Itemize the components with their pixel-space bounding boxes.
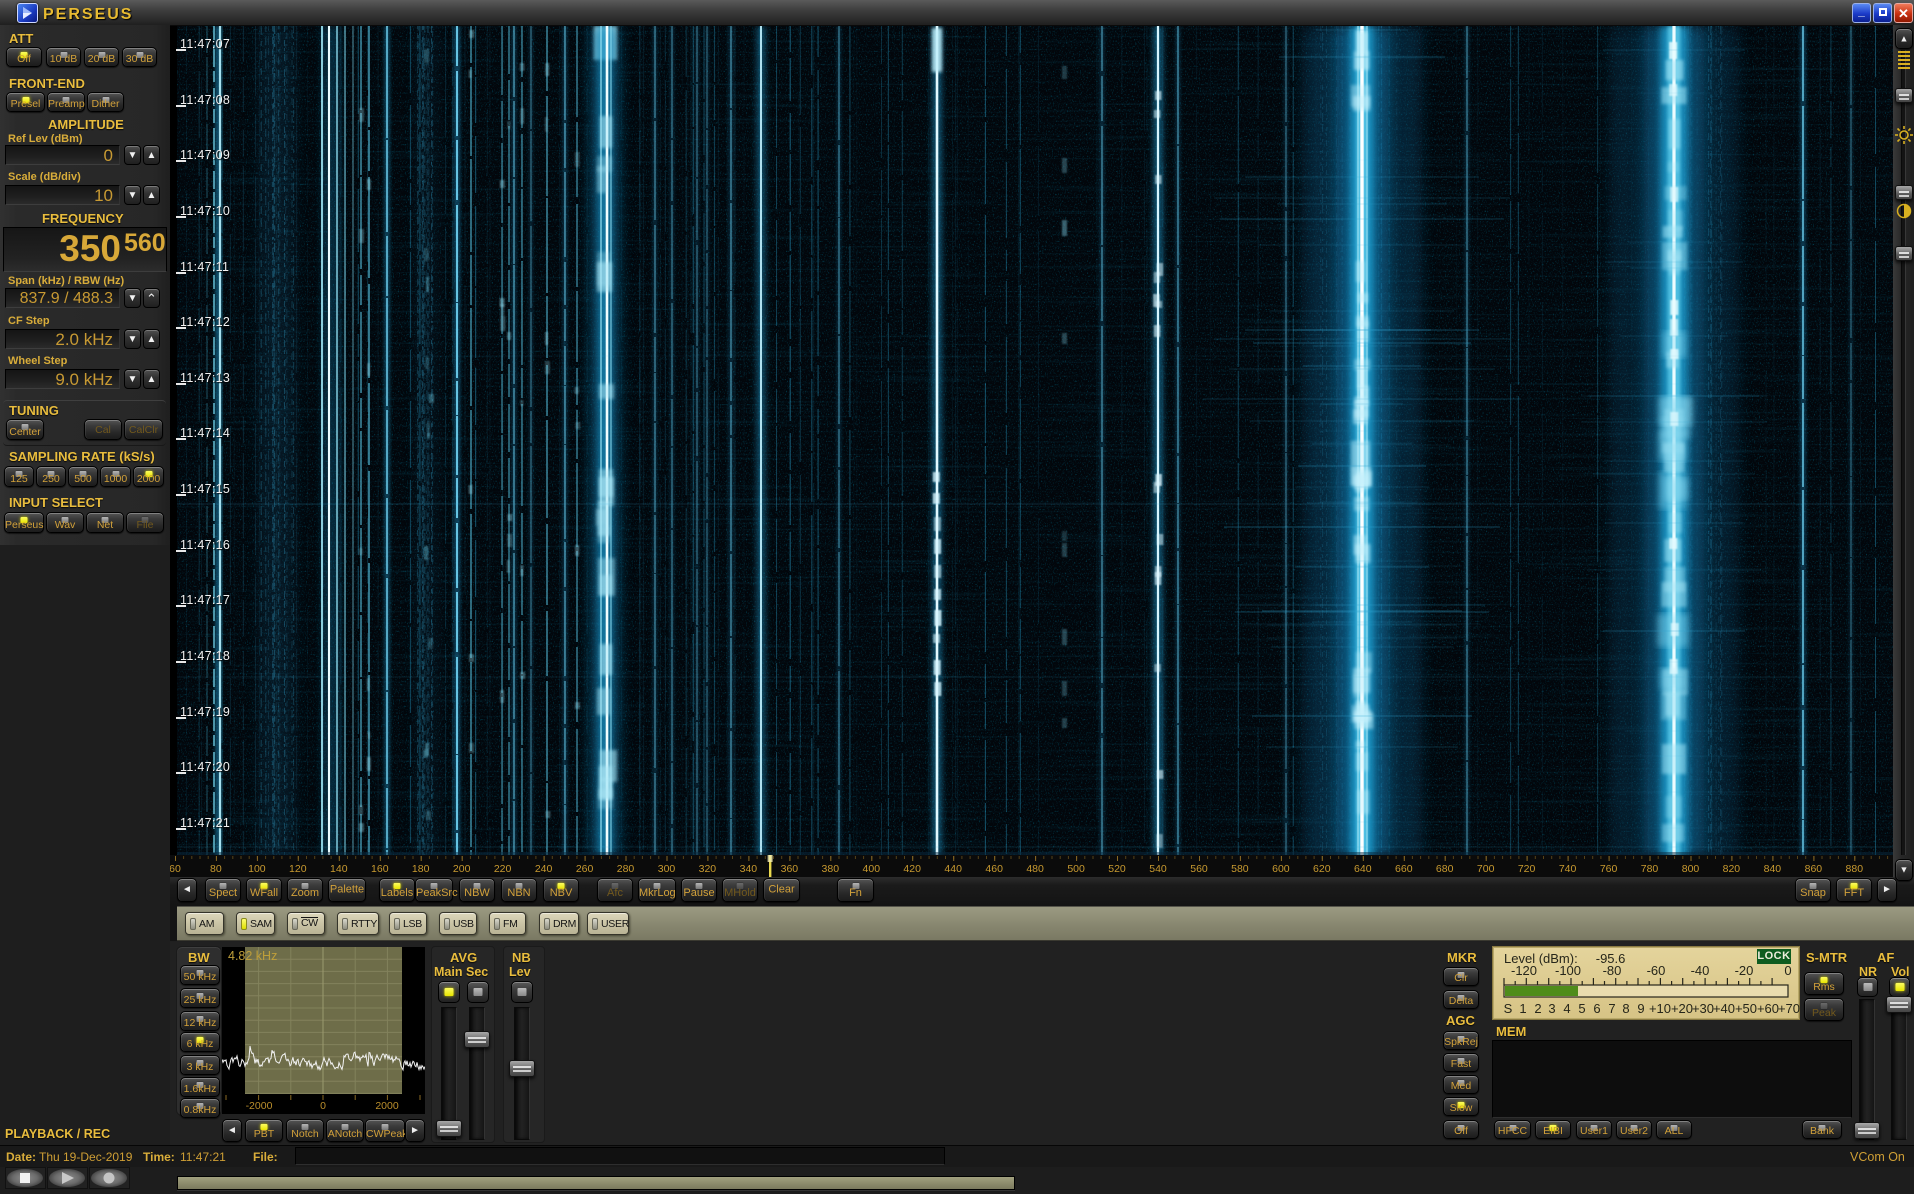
svg-text:0: 0	[1784, 964, 1791, 978]
svg-text:400: 400	[863, 863, 881, 875]
svg-text:9: 9	[1637, 1001, 1644, 1016]
svg-text:80: 80	[210, 863, 222, 875]
svg-text:S: S	[1504, 1001, 1513, 1016]
svg-text:200: 200	[453, 863, 471, 875]
svg-text:140: 140	[330, 863, 348, 875]
svg-text:-60: -60	[1647, 964, 1666, 978]
svg-text:8: 8	[1622, 1001, 1629, 1016]
svg-text:0: 0	[320, 1100, 326, 1112]
svg-text:280: 280	[617, 863, 635, 875]
svg-text:740: 740	[1559, 863, 1577, 875]
svg-text:300: 300	[658, 863, 676, 875]
svg-text:+40: +40	[1713, 1001, 1735, 1016]
svg-text:1: 1	[1519, 1001, 1526, 1016]
svg-text:880: 880	[1846, 863, 1864, 875]
svg-text:360: 360	[781, 863, 799, 875]
svg-text:640: 640	[1354, 863, 1372, 875]
svg-text:320: 320	[699, 863, 717, 875]
svg-text:700: 700	[1477, 863, 1495, 875]
svg-text:7: 7	[1608, 1001, 1615, 1016]
svg-text:5: 5	[1578, 1001, 1585, 1016]
svg-text:-40: -40	[1691, 964, 1710, 978]
svg-text:380: 380	[822, 863, 840, 875]
svg-text:4.82 kHz: 4.82 kHz	[228, 949, 277, 963]
svg-text:+70: +70	[1778, 1001, 1800, 1016]
svg-text:520: 520	[1108, 863, 1126, 875]
svg-text:720: 720	[1518, 863, 1536, 875]
svg-text:600: 600	[1272, 863, 1290, 875]
svg-text:240: 240	[535, 863, 553, 875]
svg-text:4: 4	[1563, 1001, 1570, 1016]
svg-text:180: 180	[412, 863, 430, 875]
svg-text:60: 60	[170, 863, 181, 875]
svg-text:440: 440	[944, 863, 962, 875]
svg-text:-80: -80	[1603, 964, 1622, 978]
svg-text:+10: +10	[1649, 1001, 1671, 1016]
svg-text:-120: -120	[1511, 964, 1537, 978]
svg-text:460: 460	[985, 863, 1003, 875]
svg-text:160: 160	[371, 863, 389, 875]
svg-text:560: 560	[1190, 863, 1208, 875]
svg-text:480: 480	[1026, 863, 1044, 875]
svg-text:840: 840	[1764, 863, 1782, 875]
svg-text:760: 760	[1600, 863, 1618, 875]
svg-text:800: 800	[1682, 863, 1700, 875]
svg-text:2: 2	[1534, 1001, 1541, 1016]
svg-text:680: 680	[1436, 863, 1454, 875]
svg-text:340: 340	[740, 863, 758, 875]
svg-text:260: 260	[576, 863, 594, 875]
svg-text:780: 780	[1641, 863, 1659, 875]
svg-text:120: 120	[289, 863, 307, 875]
svg-text:-100: -100	[1555, 964, 1581, 978]
svg-text:3: 3	[1548, 1001, 1555, 1016]
svg-text:580: 580	[1231, 863, 1249, 875]
svg-text:+50: +50	[1735, 1001, 1757, 1016]
svg-text:660: 660	[1395, 863, 1413, 875]
svg-text:-2000: -2000	[246, 1100, 273, 1112]
svg-text:6: 6	[1593, 1001, 1600, 1016]
svg-text:420: 420	[903, 863, 921, 875]
svg-text:+30: +30	[1692, 1001, 1714, 1016]
svg-text:820: 820	[1723, 863, 1741, 875]
svg-text:540: 540	[1149, 863, 1167, 875]
svg-text:220: 220	[494, 863, 512, 875]
svg-text:+20: +20	[1671, 1001, 1693, 1016]
svg-text:-20: -20	[1735, 964, 1754, 978]
svg-text:+60: +60	[1757, 1001, 1779, 1016]
svg-text:500: 500	[1067, 863, 1085, 875]
svg-text:620: 620	[1313, 863, 1331, 875]
svg-text:2000: 2000	[375, 1100, 399, 1112]
svg-text:100: 100	[248, 863, 266, 875]
svg-text:860: 860	[1805, 863, 1823, 875]
